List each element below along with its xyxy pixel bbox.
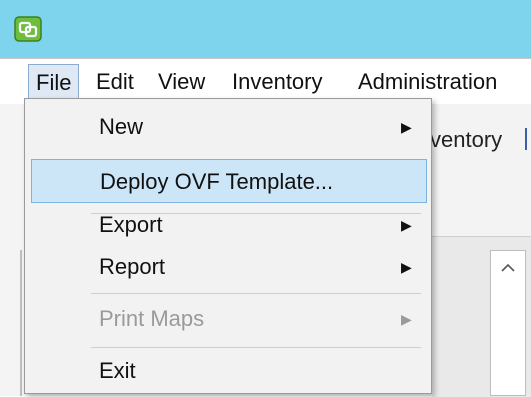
- menu-item-label: Exit: [99, 358, 136, 383]
- app-icon[interactable]: [14, 16, 42, 42]
- toolbar-divider: [525, 128, 527, 150]
- toolbar-inventory-partial[interactable]: ventory: [430, 112, 531, 168]
- menu-item-label: Print Maps: [99, 306, 205, 331]
- menu-item-exit[interactable]: Exit: [31, 349, 427, 393]
- scrollbar[interactable]: [490, 250, 526, 396]
- triangle-right-icon: ▶: [401, 311, 412, 327]
- left-gutter: [0, 104, 22, 396]
- menu-item-export[interactable]: Export ▶: [31, 203, 427, 247]
- menu-separator: [91, 347, 421, 348]
- triangle-right-icon: ▶: [401, 217, 412, 233]
- file-menu-dropdown: New ▶ Deploy OVF Template... Export ▶ Re…: [24, 98, 432, 394]
- triangle-right-icon: ▶: [401, 119, 412, 135]
- menu-item-label: New: [99, 114, 144, 139]
- menu-separator: [91, 293, 421, 294]
- menu-item-label: Report: [99, 254, 166, 279]
- triangle-right-icon: ▶: [401, 259, 412, 275]
- panel-border: [20, 250, 22, 396]
- menu-item-label: Deploy OVF Template...: [100, 169, 334, 194]
- menu-item-report[interactable]: Report ▶: [31, 245, 427, 289]
- menu-file[interactable]: File: [28, 64, 80, 100]
- chevron-up-icon[interactable]: [493, 253, 523, 283]
- title-bar: [0, 0, 531, 58]
- menu-item-print-maps: Print Maps ▶: [31, 297, 427, 341]
- menu-item-new[interactable]: New ▶: [31, 105, 427, 149]
- menu-item-label: Export: [99, 212, 163, 237]
- menu-item-deploy-ovf-template[interactable]: Deploy OVF Template...: [31, 159, 427, 203]
